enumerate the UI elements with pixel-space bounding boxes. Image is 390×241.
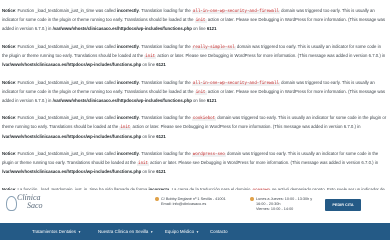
location-pin-icon [155, 197, 159, 201]
notice-emphasis: incorrectly [116, 151, 139, 157]
notice-label: Notice [2, 8, 16, 13]
notice-text: on line [141, 169, 157, 175]
clock-icon [250, 197, 254, 201]
notice-emphasis: incorrectly [116, 8, 139, 13]
notice-label: Notice [2, 115, 16, 121]
nav-item-label: Contacto [210, 229, 228, 234]
site-header: Clínica Saco C/ Bobby Deglané nº 1 Sevil… [0, 190, 390, 213]
notice-label: Notice [2, 43, 16, 49]
text-domain-code: cookiebot [191, 117, 217, 122]
hours-line: Lunes a Jueves: 10:00 - 13:30h y [256, 197, 313, 201]
nav-item-label: Equipo Médico [165, 229, 195, 234]
nav-item-contacto[interactable]: Contacto [210, 223, 228, 240]
php-notices: Notice: Function _load_textdomain_just_i… [0, 0, 390, 214]
chevron-down-icon: ▼ [150, 230, 154, 234]
notice-label: Notice [2, 79, 16, 85]
file-path: /var/www/vhosts/clinicasaco.es/httpdocs/… [2, 133, 142, 139]
init-code: init [194, 19, 207, 24]
php-notice: Notice: Function _load_textdomain_just_i… [0, 79, 390, 104]
line-number: 6121 [156, 61, 166, 67]
book-appointment-button[interactable]: PEDIR CITA [325, 199, 361, 211]
email-link[interactable]: Email: info@clinicasaco.es [161, 202, 206, 206]
notice-text: action or later. Please see Debugging in… [148, 160, 379, 166]
notice-text: . Translation loading for the [138, 79, 192, 85]
init-code: init [194, 90, 207, 95]
nav-item-equipo[interactable]: Equipo Médico ▼ [165, 223, 199, 240]
notice-text: on line [141, 133, 157, 139]
line-number: 6121 [156, 169, 166, 175]
line-number: 6121 [206, 97, 217, 103]
site-logo[interactable]: Clínica Saco [4, 194, 49, 214]
nav-item-clinica[interactable]: Nuestra Clínica en Sevilla ▼ [98, 223, 153, 240]
nav-item-label: Tratamientos Dentales [32, 229, 77, 234]
notice-text: on line [191, 97, 207, 103]
text-domain-code: all-in-one-wp-security-and-firewall [191, 81, 280, 86]
notice-text: action or later. Please see Debugging in… [156, 52, 386, 58]
text-domain-code: really-simple-ssl [191, 45, 236, 50]
text-domain-code: all-in-one-wp-security-and-firewall [191, 10, 280, 14]
notice-text: . Translation loading for the [138, 43, 192, 49]
notice-text: : Function _load_textdomain_just_in_time… [15, 8, 117, 13]
notice-text: . Translation loading for the [138, 8, 192, 13]
file-path: /var/www/vhosts/clinicasaco.es/httpdocs/… [2, 61, 142, 67]
opening-hours: Lunes a Jueves: 10:00 - 13:30h y 16:00 -… [250, 197, 312, 213]
notice-text: on line [141, 61, 157, 67]
line-number: 6121 [206, 26, 217, 32]
php-notice: Notice: Function _load_textdomain_just_i… [0, 114, 390, 139]
init-code: init [144, 54, 157, 59]
notice-text: action or later. Please see Debugging in… [131, 124, 361, 130]
notice-text: . Translation loading for the [138, 151, 192, 157]
notice-emphasis: incorrectly [116, 43, 139, 49]
notice-label: Notice [2, 151, 16, 157]
contact-info: C/ Bobby Deglané nº 1 Sevilla - 41001 Em… [155, 197, 226, 207]
nav-item-tratamientos[interactable]: Tratamientos Dentales ▼ [32, 223, 81, 240]
chevron-down-icon: ▼ [196, 230, 200, 234]
notice-text: : Function _load_textdomain_just_in_time… [15, 79, 117, 85]
logo-text: Saco [27, 201, 43, 210]
line-number: 6121 [156, 133, 166, 139]
notice-text: . Translation loading for the [138, 115, 192, 121]
notice-text: : Function _load_textdomain_just_in_time… [15, 151, 117, 157]
logo-mark-icon [6, 196, 17, 211]
notice-emphasis: incorrectly [116, 79, 139, 85]
nav-item-label: Nuestra Clínica en Sevilla [98, 229, 149, 234]
php-notice: Notice: Function _load_textdomain_just_i… [0, 43, 390, 68]
php-notice: Notice: Function _load_textdomain_just_i… [0, 0, 390, 32]
notice-text: : Function _load_textdomain_just_in_time… [15, 115, 117, 121]
hours-line: Viernes: 10:00 - 14:00 [256, 207, 294, 212]
notice-text: : Function _load_textdomain_just_in_time… [15, 43, 117, 49]
hours-line: 16:00 - 20:30h [256, 202, 281, 207]
notice-emphasis: incorrectly [116, 115, 139, 121]
address-text: C/ Bobby Deglané nº 1 Sevilla - 41001 [161, 197, 226, 201]
chevron-down-icon: ▼ [78, 230, 81, 234]
init-code: init [119, 126, 132, 131]
main-navigation: Tratamientos Dentales ▼ Nuestra Clínica e… [0, 223, 390, 240]
file-path: /var/www/vhosts/clinicasaco.es/httpdocs/… [52, 26, 192, 32]
php-notice: Notice: Function _load_textdomain_just_i… [0, 150, 390, 175]
file-path: /var/www/vhosts/clinicasaco.es/httpdocs/… [52, 97, 192, 103]
file-path: /var/www/vhosts/clinicasaco.es/httpdocs/… [2, 169, 142, 175]
init-code: init [137, 162, 149, 167]
text-domain-code: wordpress-seo [191, 153, 226, 158]
notice-text: on line [191, 26, 207, 32]
